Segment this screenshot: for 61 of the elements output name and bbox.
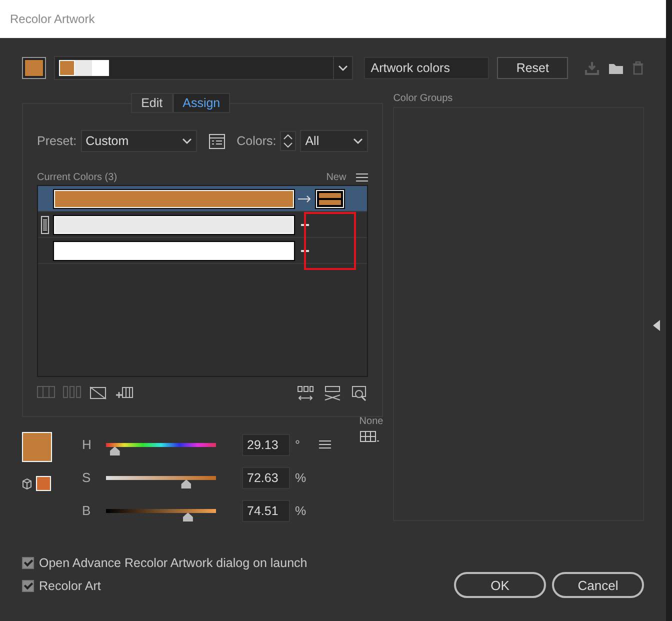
group-name-field[interactable]: Artwork colors bbox=[364, 57, 490, 79]
grid-icon[interactable] bbox=[360, 431, 380, 443]
menu-icon[interactable] bbox=[319, 440, 331, 449]
folder-icon[interactable] bbox=[608, 62, 624, 74]
stepper-icon[interactable] bbox=[280, 131, 296, 151]
unit-label: % bbox=[295, 470, 308, 484]
unit-label: % bbox=[295, 504, 308, 518]
slider-label: B bbox=[82, 503, 92, 518]
list-icon[interactable] bbox=[208, 134, 225, 148]
current-color-bar[interactable] bbox=[54, 242, 294, 260]
value-field[interactable]: 74.51 bbox=[242, 500, 290, 522]
option-label: Open Advance Recolor Artwork dialog on launch bbox=[39, 556, 308, 570]
new-label: New bbox=[326, 172, 346, 182]
color-group-dropdown[interactable] bbox=[54, 56, 353, 80]
preset-label: Preset: bbox=[37, 134, 77, 148]
current-colors-label: Current Colors (3) bbox=[37, 172, 118, 182]
exclude-icon[interactable] bbox=[89, 386, 107, 402]
slider-label: H bbox=[82, 437, 92, 452]
arrow-icon bbox=[298, 194, 312, 202]
colors-dropdown[interactable]: All bbox=[300, 130, 368, 152]
checkbox[interactable] bbox=[22, 557, 34, 569]
color-row[interactable] bbox=[38, 186, 368, 212]
preset-dropdown[interactable]: Custom bbox=[80, 130, 197, 152]
color-row[interactable] bbox=[38, 238, 368, 264]
chevron-icon bbox=[182, 138, 192, 144]
grip-icon[interactable] bbox=[41, 216, 49, 234]
randomize-order-icon[interactable] bbox=[297, 386, 314, 402]
window-title: Recolor Artwork bbox=[10, 12, 95, 26]
cancel-button[interactable]: Cancel bbox=[552, 572, 644, 598]
tab[interactable]: Edit bbox=[131, 93, 173, 113]
ok-button[interactable]: OK bbox=[454, 572, 546, 598]
menu-icon[interactable] bbox=[356, 172, 368, 182]
search-icon[interactable] bbox=[351, 386, 368, 402]
cube-icon bbox=[22, 478, 32, 490]
checkbox[interactable] bbox=[22, 580, 34, 592]
dash-icon bbox=[301, 250, 309, 252]
current-color-bar[interactable] bbox=[54, 216, 294, 234]
unit-label: ° bbox=[295, 438, 301, 452]
colors-label: Colors: bbox=[236, 134, 276, 148]
highlight-frame bbox=[304, 212, 356, 270]
color-groups-label: Color Groups bbox=[393, 93, 454, 104]
current-color-bar[interactable] bbox=[54, 190, 294, 208]
value-field[interactable]: 29.13 bbox=[242, 434, 290, 456]
chevron-icon bbox=[353, 138, 364, 144]
color-swatch[interactable] bbox=[22, 57, 46, 79]
gamut-swatch[interactable] bbox=[36, 476, 51, 491]
dash-icon bbox=[301, 224, 309, 226]
shuffle-icon[interactable] bbox=[324, 386, 342, 402]
color-row[interactable] bbox=[38, 212, 368, 238]
slider-thumb[interactable] bbox=[110, 446, 120, 456]
collapse-arrow-icon[interactable] bbox=[653, 320, 660, 331]
none-label: None bbox=[359, 416, 384, 427]
slider-label: S bbox=[82, 470, 92, 485]
new-color-swatch[interactable] bbox=[316, 190, 344, 208]
value-field[interactable]: 72.63 bbox=[242, 466, 290, 488]
tab[interactable]: Assign bbox=[172, 93, 230, 113]
reset-button[interactable]: Reset bbox=[497, 57, 568, 79]
slider-thumb[interactable] bbox=[181, 480, 192, 488]
slider-thumb[interactable] bbox=[182, 512, 193, 522]
option-label: Recolor Art bbox=[39, 579, 101, 593]
chevron-icon bbox=[338, 65, 348, 71]
